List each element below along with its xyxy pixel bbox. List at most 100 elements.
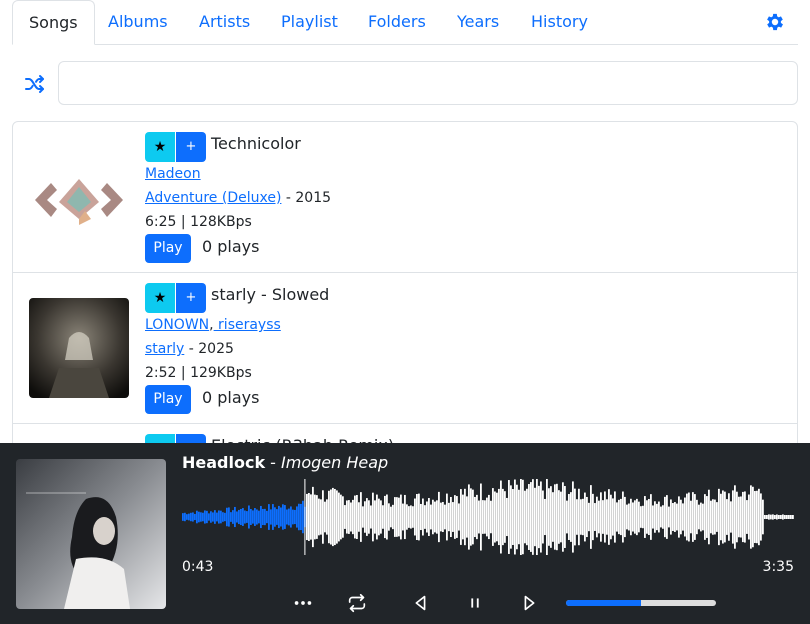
tab-folders[interactable]: Folders [352, 0, 442, 45]
waveform-bar [624, 496, 626, 538]
album-link[interactable]: Adventure (Deluxe) [145, 190, 281, 206]
waveform-bar [678, 496, 680, 538]
volume-slider[interactable] [566, 600, 716, 606]
waveform-bar [526, 488, 528, 546]
play-button[interactable]: Play [145, 385, 191, 414]
artist-link[interactable]: Madeon [145, 166, 201, 182]
artist-link[interactable]: riserayss [214, 317, 281, 333]
waveform-bar [652, 505, 654, 529]
waveform-bar [372, 492, 374, 542]
tab-history[interactable]: History [515, 0, 604, 45]
waveform-bar [264, 508, 266, 526]
waveform-bar [352, 499, 354, 535]
waveform-bar [450, 496, 452, 538]
waveform-bar [594, 503, 596, 531]
waveform-bar [772, 514, 774, 520]
song-title: starly - Slowed [211, 285, 330, 304]
waveform-bar [404, 494, 406, 540]
waveform-bar [590, 485, 592, 549]
waveform-bar [574, 488, 576, 546]
waveform-bar [272, 504, 274, 530]
waveform-bar [260, 505, 262, 529]
waveform-bar [612, 498, 614, 536]
add-to-playlist-button[interactable]: + [176, 132, 206, 162]
waveform-bar [774, 515, 776, 519]
waveform-bar [426, 501, 428, 533]
tab-artists[interactable]: Artists [183, 0, 266, 45]
waveform-bar [586, 496, 588, 538]
waveform-bar [602, 500, 604, 534]
add-to-playlist-button[interactable]: + [176, 283, 206, 313]
waveform-bar [666, 495, 668, 539]
waveform-bar [638, 501, 640, 533]
waveform-bar [696, 499, 698, 535]
waveform-bar [366, 498, 368, 536]
waveform-bar [452, 502, 454, 532]
total-time: 3:35 [762, 559, 794, 575]
waveform-bar [698, 504, 700, 530]
waveform-bar [254, 508, 256, 526]
album-link[interactable]: starly [145, 341, 184, 357]
waveform-bar [634, 500, 636, 534]
tab-albums[interactable]: Albums [92, 0, 184, 45]
gear-icon[interactable] [764, 11, 786, 33]
pause-icon[interactable] [464, 592, 486, 614]
waveform-bar [222, 512, 224, 522]
waveform-bar [462, 494, 464, 540]
artist-link[interactable]: LONOWN [145, 317, 209, 333]
waveform-bar [262, 508, 264, 526]
waveform-seekbar[interactable] [182, 479, 794, 555]
now-playing-cover[interactable] [16, 459, 166, 609]
waveform-bar [284, 505, 286, 529]
album-cover[interactable] [29, 147, 129, 247]
waveform-bar [512, 489, 514, 545]
waveform-bar [234, 506, 236, 528]
waveform-bar [232, 510, 234, 524]
song-duration: 6:25 [145, 214, 177, 230]
waveform-bar [282, 504, 284, 530]
waveform-bar [480, 483, 482, 551]
waveform-bar [510, 485, 512, 549]
more-icon[interactable] [292, 592, 314, 614]
tab-playlist[interactable]: Playlist [265, 0, 354, 45]
waveform-bar [784, 515, 786, 519]
waveform-bar [650, 494, 652, 540]
waveform-bar [216, 512, 218, 522]
waveform-bar [214, 510, 216, 524]
waveform-bar [644, 496, 646, 538]
waveform-bar [466, 496, 468, 538]
waveform-bar [534, 487, 536, 547]
waveform-bar [676, 503, 678, 531]
waveform-bar [434, 501, 436, 533]
waveform-bar [598, 500, 600, 534]
repeat-icon[interactable] [346, 592, 368, 614]
waveform-bar [524, 490, 526, 544]
favorite-button[interactable]: ★ [145, 283, 175, 313]
song-album: starly - 2025 [145, 341, 234, 357]
search-input[interactable] [58, 61, 798, 105]
playhead [304, 479, 306, 555]
waveform-bar [298, 503, 300, 531]
waveform-bar [186, 514, 188, 520]
tab-years[interactable]: Years [441, 0, 515, 45]
waveform-bar [738, 496, 740, 538]
waveform-bar [764, 515, 766, 519]
waveform-bar [720, 493, 722, 541]
waveform-bar [196, 510, 198, 524]
waveform-bar [188, 513, 190, 521]
waveform-bar [340, 494, 342, 540]
tab-songs[interactable]: Songs [12, 0, 95, 45]
waveform-bar [460, 489, 462, 545]
waveform-bar [240, 508, 242, 526]
play-button[interactable]: Play [145, 234, 191, 263]
waveform-bar [276, 509, 278, 525]
favorite-button[interactable]: ★ [145, 132, 175, 162]
shuffle-icon[interactable] [23, 72, 47, 96]
album-cover[interactable] [29, 298, 129, 398]
next-icon[interactable] [519, 592, 541, 614]
waveform-bar [664, 496, 666, 538]
waveform-bar [504, 491, 506, 543]
waveform-bar [540, 481, 542, 553]
previous-icon[interactable] [409, 592, 431, 614]
waveform-bar [600, 492, 602, 542]
